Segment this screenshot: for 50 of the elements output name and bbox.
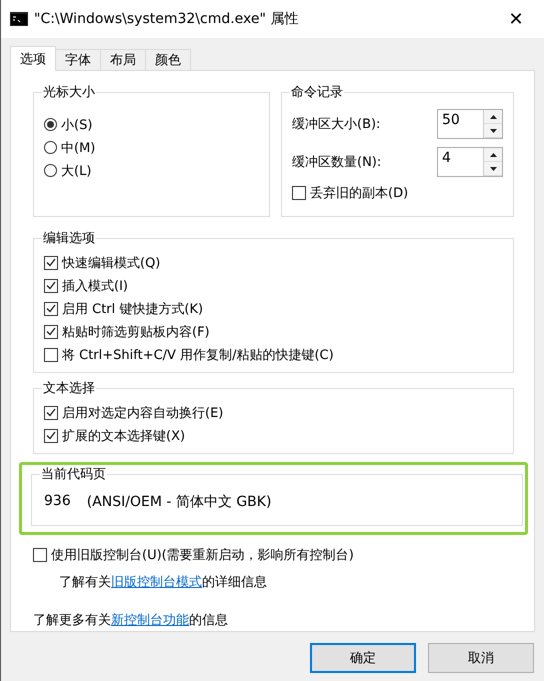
- radio-label: 中(M): [61, 140, 96, 156]
- radio-button[interactable]: [44, 118, 57, 131]
- ok-button[interactable]: 确定: [310, 643, 416, 673]
- window-title: "C:\Windows\system32\cmd.exe" 属性: [34, 10, 300, 28]
- checkbox[interactable]: [44, 278, 58, 292]
- group-title: 光标大小: [42, 84, 96, 101]
- radio-label: 小(S): [61, 116, 92, 134]
- group-title: 命令记录: [290, 84, 344, 101]
- group-title: 文本选择: [42, 380, 96, 397]
- group-title: 当前代码页: [40, 466, 107, 483]
- up-arrow-icon[interactable]: [490, 114, 496, 118]
- radio-label: 大(L): [61, 162, 92, 180]
- radio-button[interactable]: [44, 141, 57, 154]
- tab[interactable]: 颜色: [145, 49, 191, 71]
- checkbox-label: 快速编辑模式(Q): [62, 254, 160, 272]
- number-spinner[interactable]: 4: [437, 147, 503, 177]
- info-sentence: 了解有关旧版控制台模式的详细信息: [58, 574, 268, 591]
- checkbox-label: 启用对选定内容自动换行(E): [62, 404, 224, 422]
- checkbox[interactable]: [44, 406, 58, 420]
- checkbox-label: 丢弃旧的副本(D): [310, 184, 408, 202]
- spinner-label: 缓冲区大小(B):: [292, 116, 380, 133]
- console-icon: [10, 12, 28, 26]
- number-spinner[interactable]: 50: [437, 109, 503, 139]
- up-arrow-icon[interactable]: [490, 152, 496, 156]
- checkbox-label: 插入模式(I): [62, 278, 128, 294]
- radio-button[interactable]: [44, 164, 57, 177]
- down-arrow-icon[interactable]: [490, 128, 496, 132]
- checkbox-label: 使用旧版控制台(U)(需要重新启动，影响所有控制台): [51, 546, 354, 564]
- tab[interactable]: 选项: [10, 46, 56, 71]
- checkbox-label: 启用 Ctrl 键快捷方式(K): [62, 300, 204, 318]
- checkbox[interactable]: [44, 256, 58, 270]
- checkbox[interactable]: [292, 186, 306, 200]
- close-button[interactable]: ✕: [496, 3, 536, 35]
- checkbox[interactable]: [44, 428, 58, 442]
- down-arrow-icon[interactable]: [490, 166, 496, 170]
- code-page-name: (ANSI/OEM - 简体中文 GBK): [86, 493, 272, 512]
- cancel-button[interactable]: 取消: [428, 643, 534, 673]
- new-features-link[interactable]: 新控制台功能: [111, 613, 189, 628]
- group-title: 编辑选项: [42, 230, 96, 247]
- checkbox[interactable]: [44, 302, 58, 316]
- spinner-label: 缓冲区数量(N):: [292, 154, 382, 171]
- checkbox[interactable]: [44, 348, 58, 362]
- checkbox-label: 扩展的文本选择键(X): [62, 428, 186, 444]
- code-page-number: 936: [43, 492, 71, 511]
- checkbox[interactable]: [33, 548, 47, 562]
- info-sentence: 了解更多有关新控制台功能的信息: [33, 612, 229, 629]
- checkbox-label: 粘贴时筛选剪贴板内容(F): [62, 324, 210, 340]
- checkbox-label: 将 Ctrl+Shift+C/V 用作复制/粘贴的快捷键(C): [62, 346, 334, 364]
- legacy-console-link[interactable]: 旧版控制台模式: [111, 575, 202, 590]
- checkbox[interactable]: [44, 324, 58, 338]
